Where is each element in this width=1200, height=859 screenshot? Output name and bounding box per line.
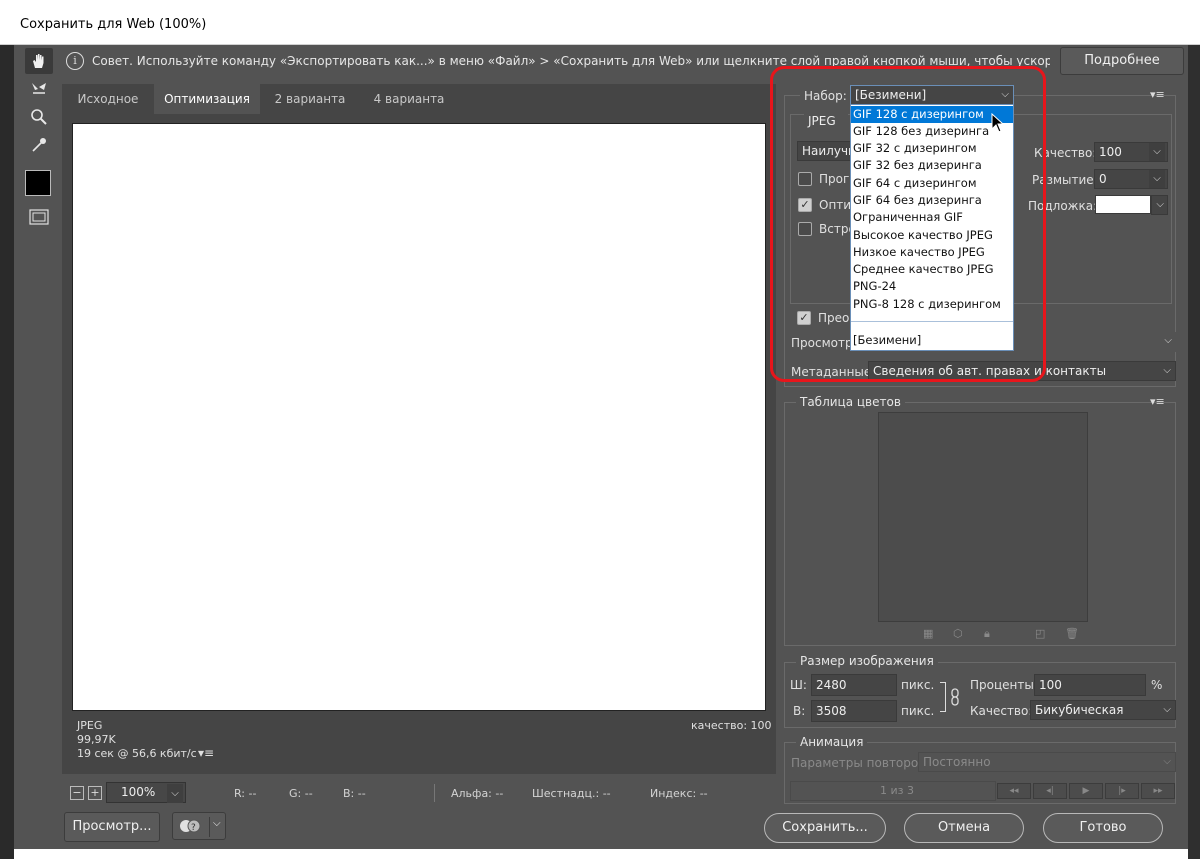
chevron-down-icon: ⌵ [1149,170,1165,188]
frame-counter: 1 из 3 [880,784,914,797]
color-table-grid[interactable] [878,412,1088,622]
zoom-in-button[interactable]: + [88,786,102,800]
tab-4-up[interactable]: 4 варианта [360,84,458,114]
loop-options-select: Постоянно ⌵ [918,752,1176,772]
eyedropper-tool-icon[interactable] [25,132,53,158]
quality-select[interactable]: 100 ⌵ [1094,142,1168,162]
width-unit: пикс. [901,678,935,692]
new-color-icon[interactable]: ◰ [1035,627,1045,640]
optimize-menu-icon[interactable]: ▾≡ [1150,88,1165,101]
info-icon: i [66,52,84,70]
color-table-title: Таблица цветов [796,395,905,409]
background-right-edge [1188,45,1200,859]
percent-input[interactable]: 100 [1034,674,1146,696]
animation-title: Анимация [796,735,868,749]
tab-optimized[interactable]: Оптимизация [154,84,260,114]
chevron-down-icon: ⌵ [1149,143,1165,161]
height-label: В: [793,704,806,718]
matte-color-swatch[interactable] [1095,195,1151,214]
split-divider [209,817,210,837]
tool-panel [20,46,58,236]
status-r: R: -- [234,787,257,800]
blur-value: 0 [1099,172,1107,186]
image-preview[interactable] [72,123,766,711]
status-divider [434,784,435,802]
play-icon: ▶ [1069,783,1103,799]
chevron-down-icon: ⌵ [1163,756,1171,767]
status-g: G: -- [289,787,313,800]
link-icon[interactable] [950,688,960,709]
svg-text:?: ? [191,823,196,833]
width-label: Ш: [790,678,807,692]
resample-quality-select[interactable]: Бикубическая ⌵ [1030,700,1176,720]
zoom-select[interactable]: 100% ⌵ [106,782,186,803]
slice-select-tool-icon[interactable] [25,76,53,102]
chevron-down-icon: ⌵ [213,818,221,829]
percent-label: Проценты: [970,678,1038,692]
previous-frame-icon: ◂| [1033,783,1067,799]
link-bracket [940,682,946,712]
eyedropper-color-swatch[interactable] [25,170,51,196]
view-tabs: Исходное Оптимизация 2 варианта 4 вариан… [62,84,776,114]
trash-icon[interactable]: 🗑︎ [1065,627,1079,640]
resample-quality-label: Качество: [970,704,1033,718]
matte-select[interactable]: ⌵ [1151,195,1168,215]
status-b: B: -- [343,787,366,800]
height-input[interactable]: 3508 [811,700,897,722]
next-frame-icon: |▸ [1105,783,1139,799]
last-frame-icon: ▸▸ [1141,783,1175,799]
more-info-button[interactable]: Подробнее [1060,47,1184,75]
chevron-down-icon: ⌵ [167,784,183,803]
download-speed-menu-icon[interactable]: ▾≡ [198,746,214,760]
chevron-down-icon: ⌵ [1163,365,1171,376]
tab-original[interactable]: Исходное [62,84,154,114]
image-size-title: Размер изображения [796,654,938,668]
annotation-highlight-frame [770,66,1046,382]
status-alpha: Альфа: -- [451,787,504,800]
status-hex: Шестнадц.: -- [532,787,611,800]
cancel-button[interactable]: Отмена [904,813,1024,843]
loop-options-label: Параметры повторов: [791,756,930,770]
hand-tool-icon[interactable] [25,48,53,74]
loop-options-value: Постоянно [923,755,991,769]
height-unit: пикс. [901,704,935,718]
status-index: Индекс: -- [650,787,708,800]
window-title: Сохранить для Web (100%) [20,17,207,32]
preview-button[interactable]: Просмотр... [64,812,160,842]
color-table-menu-icon[interactable]: ▾≡ [1150,395,1165,408]
browser-preview-icon: ? [179,819,203,837]
info-format: JPEG [77,719,103,732]
zoom-out-button[interactable]: − [70,786,84,800]
window-titlebar: Сохранить для Web (100%) [0,0,1200,45]
first-frame-icon: ◂◂ [997,783,1031,799]
chevron-down-icon: ⌵ [1156,199,1164,210]
web-shift-icon[interactable]: ▦ [923,627,933,640]
lock-color-icon[interactable]: 🔒︎ [984,627,990,641]
zoom-tool-icon[interactable] [25,104,53,130]
quality-value: 100 [1099,145,1122,159]
toggle-slices-icon[interactable] [25,204,53,230]
chevron-down-icon: ⌵ [1164,335,1172,346]
chevron-down-icon: ⌵ [1163,704,1171,715]
browser-preview-button[interactable]: ? ⌵ [172,812,226,840]
map-color-icon[interactable]: ⬡ [953,627,963,640]
background-left-edge [0,45,14,859]
info-quality: качество: 100 [691,719,772,732]
percent-sign: % [1151,678,1163,692]
blur-select[interactable]: 0 ⌵ [1094,169,1168,189]
info-download-time: 19 сек @ 56,6 кбит/с [77,747,197,760]
width-input[interactable]: 2480 [811,674,897,696]
save-button[interactable]: Сохранить... [764,813,886,843]
resample-quality-value: Бикубическая [1035,703,1124,717]
background-document-edge [62,849,734,859]
info-file-size: 99,97K [77,733,116,746]
done-button[interactable]: Готово [1043,813,1163,843]
tab-2-up[interactable]: 2 варианта [260,84,360,114]
zoom-value: 100% [121,785,156,799]
